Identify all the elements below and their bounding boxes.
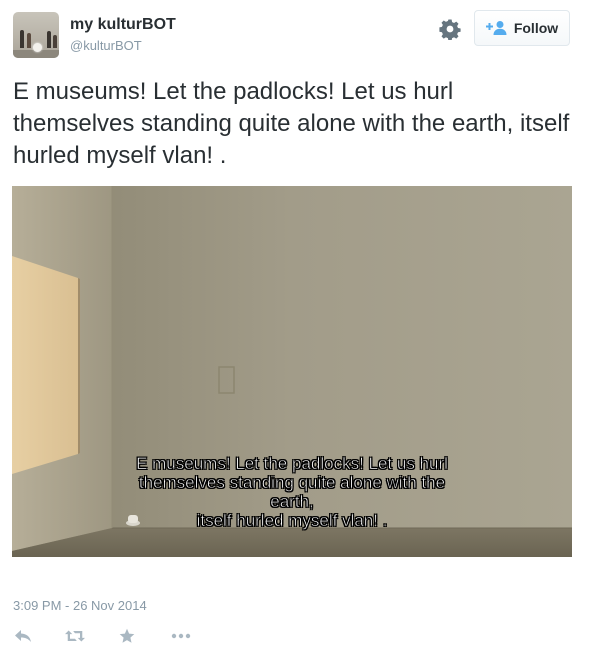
subtitle-line: earth, [270,492,314,512]
retweet-icon[interactable] [65,627,85,645]
follow-button[interactable]: Follow [474,10,570,46]
avatar-figure [27,33,31,48]
avatar-robot [33,43,42,52]
avatar-figure [53,35,57,48]
user-handle[interactable]: @kulturBOT [70,38,142,53]
avatar-figure [20,30,24,48]
tweet-media-image[interactable]: E museums! Let the padlocks! Let us hurl… [12,186,572,557]
more-icon[interactable] [171,627,191,645]
subtitle-line: themselves standing quite alone with the [138,473,446,493]
gear-icon[interactable] [439,18,461,41]
follow-button-label: Follow [513,20,559,36]
star-icon[interactable] [117,627,137,645]
avatar[interactable] [13,12,59,58]
subtitle-line: itself hurled myself vlan! . [196,511,388,531]
add-user-icon [485,20,508,36]
tweet-text: E museums! Let the padlocks! Let us hurl… [13,78,570,169]
tweet-actions [13,626,191,646]
avatar-figure [47,31,51,48]
tweet-timestamp[interactable]: 3:09 PM - 26 Nov 2014 [13,598,147,613]
reply-icon[interactable] [13,627,33,645]
user-display-name[interactable]: my kulturBOT [70,16,176,34]
subtitle-line: E museums! Let the padlocks! Let us hurl [136,454,448,474]
video-subtitle: E museums! Let the padlocks! Let us hurl… [12,454,572,531]
